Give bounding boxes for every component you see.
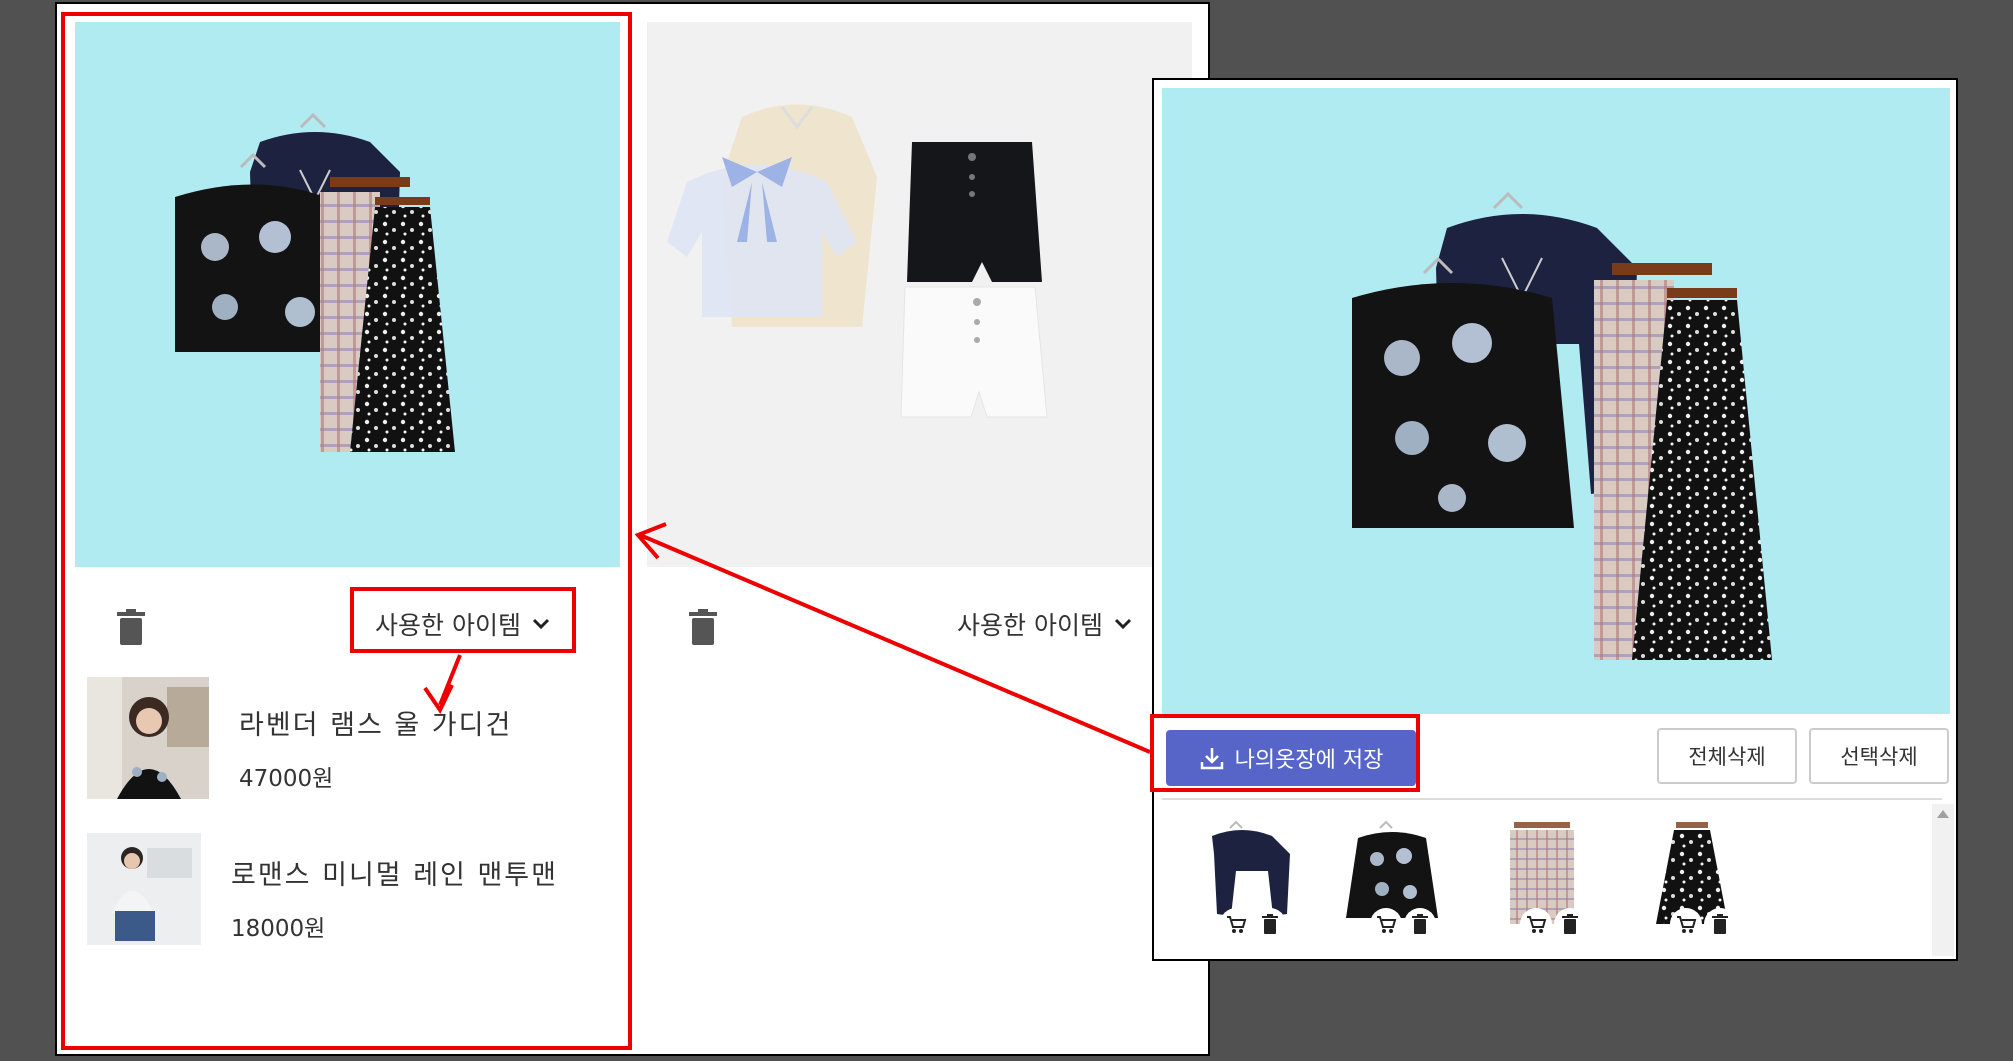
annotation-arrows bbox=[423, 522, 1151, 754]
